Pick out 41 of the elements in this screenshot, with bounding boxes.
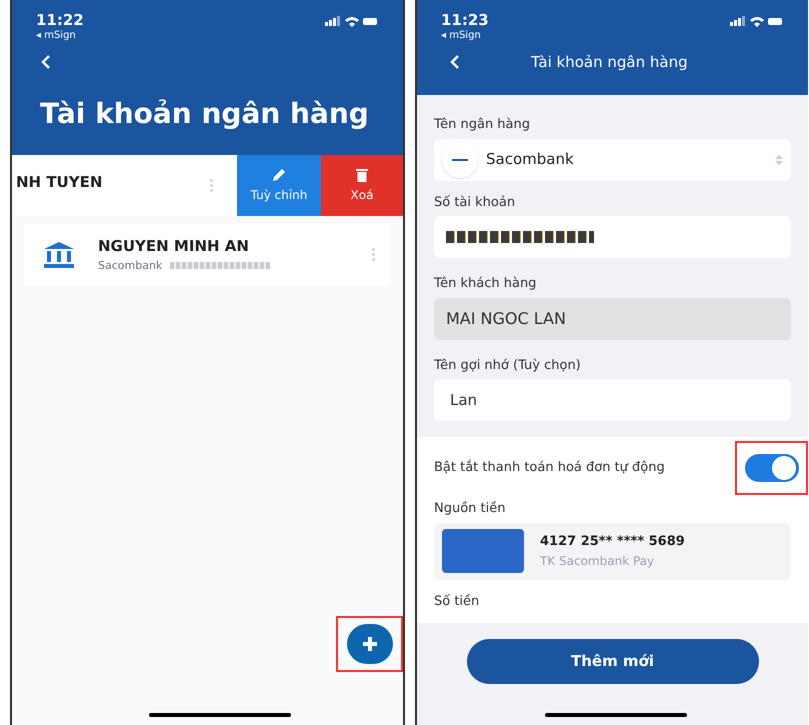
plus-icon — [362, 636, 378, 652]
submit-button[interactable]: Thêm mới — [466, 639, 758, 684]
field-value: Sacombank — [486, 149, 575, 170]
back-to-app-link[interactable]: ◂ mSign — [441, 28, 489, 43]
nickname-field[interactable]: Lan — [434, 379, 791, 421]
bank-icon — [44, 242, 74, 268]
bank-select[interactable]: Sacombank — [434, 138, 791, 180]
status-time: 11:23 — [441, 12, 489, 28]
autopay-switch[interactable] — [744, 454, 798, 482]
autopay-label: Bật tắt thanh toán hoá đơn tự động — [434, 458, 665, 478]
status-time: 11:22 — [36, 12, 84, 28]
amount-label: Số tiền — [434, 592, 480, 610]
page-title: Tài khoản ngân hàng — [531, 52, 688, 73]
edit-button[interactable]: Tuỳ chỉnh — [237, 155, 321, 216]
customer-name-field: MAI NGOC LAN — [434, 298, 791, 340]
field-label: Số tài khoản — [434, 194, 516, 212]
account-name: NGUYEN MINH AN — [98, 236, 250, 257]
back-icon[interactable] — [449, 55, 461, 70]
source-card[interactable]: 4127 25** **** 5689 TK Sacombank Pay — [434, 522, 791, 580]
delete-button[interactable]: Xoá — [321, 155, 403, 216]
status-icons — [325, 16, 379, 28]
bank-logo-icon — [442, 142, 478, 178]
status-icons — [730, 16, 784, 28]
back-to-app-link[interactable]: ◂ mSign — [36, 28, 84, 43]
field-label: Tên khách hàng — [434, 275, 538, 293]
field-label: Tên gợi nhớ (Tuỳ chọn) — [434, 356, 582, 374]
field-label: Tên ngân hàng — [434, 116, 532, 134]
account-type: TK Sacombank Pay — [540, 552, 656, 570]
sort-icon — [775, 154, 783, 164]
bank-name: Sacombank — [98, 258, 162, 274]
card-number: 4127 25** **** 5689 — [540, 533, 685, 552]
account-row[interactable]: NGUYEN MINH AN Sacombank — [24, 224, 391, 285]
page-title: Tài khoản ngân hàng — [40, 96, 370, 132]
source-label: Nguồn tiền — [434, 500, 506, 518]
account-number-field[interactable] — [434, 216, 791, 258]
swiped-account-row[interactable]: NH TUYEN Tuỳ chỉnh Xoá — [12, 155, 403, 216]
back-icon[interactable] — [40, 55, 52, 69]
add-button[interactable] — [346, 624, 392, 664]
trash-icon — [356, 168, 368, 182]
account-name: NH TUYEN — [16, 172, 102, 193]
pencil-icon — [272, 168, 286, 182]
